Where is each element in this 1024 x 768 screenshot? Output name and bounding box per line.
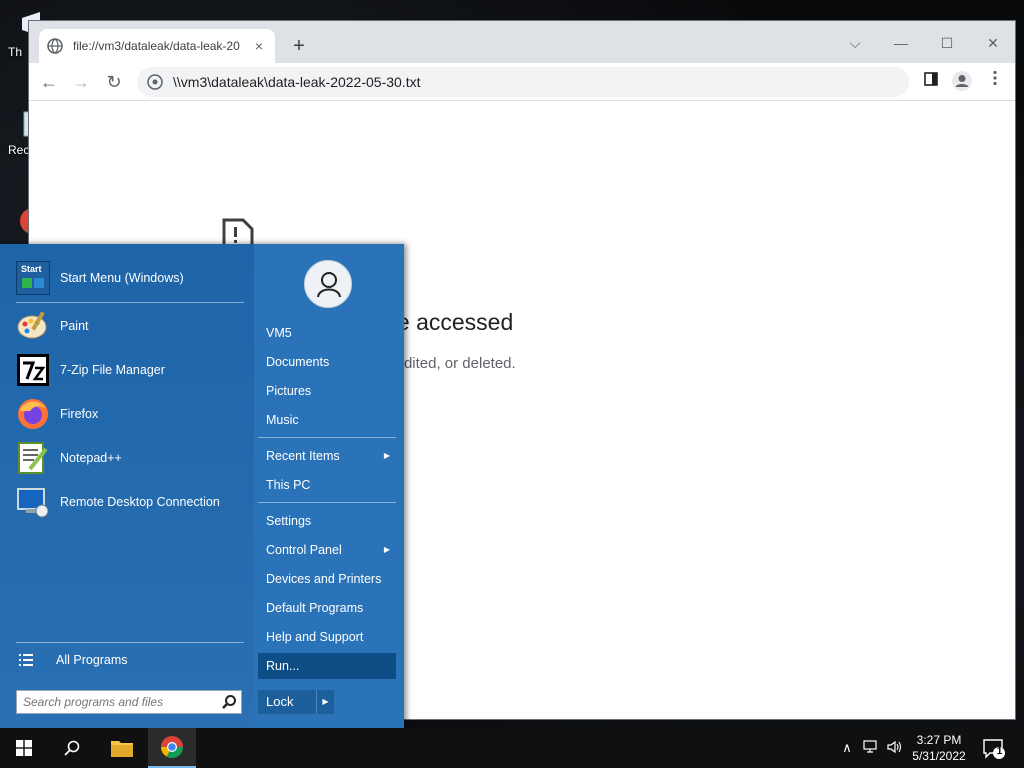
search-input[interactable] — [23, 695, 221, 709]
address-bar[interactable]: \\vm3\dataleak\data-leak-2022-05-30.txt — [137, 67, 909, 97]
forward-button[interactable]: → — [69, 70, 93, 94]
start-item-this-pc[interactable]: This PC — [262, 473, 396, 497]
clock-date: 5/31/2022 — [912, 749, 966, 763]
submenu-arrow-icon: ▶ — [383, 451, 390, 460]
new-tab-button[interactable]: + — [287, 35, 311, 59]
firefox-icon — [18, 399, 48, 429]
start-item-run[interactable]: Run... — [258, 653, 396, 679]
control-panel-label: Control Panel — [266, 543, 342, 557]
globe-icon — [47, 38, 63, 54]
start-menu: Start Start Menu (Windows) Paint 7-Zip F… — [0, 244, 404, 728]
tab-title: file://vm3/dataleak/data-leak-20 — [73, 39, 240, 53]
menu-button[interactable] — [983, 70, 1007, 94]
chrome-icon — [161, 736, 183, 758]
taskbar-search-button[interactable] — [48, 728, 96, 768]
search-icon — [64, 740, 80, 756]
program-paint[interactable]: Paint — [16, 306, 244, 346]
start-search-box[interactable] — [16, 690, 242, 714]
network-glyph — [863, 740, 877, 753]
close-window-button[interactable]: ✕ — [979, 29, 1007, 57]
search-icon[interactable] — [221, 694, 237, 710]
separator — [16, 302, 244, 303]
separator — [16, 642, 244, 643]
taskbar-file-explorer[interactable] — [98, 728, 146, 768]
start-item-pictures[interactable]: Pictures — [262, 379, 396, 403]
submenu-arrow-icon: ▶ — [383, 545, 390, 554]
start-item-music[interactable]: Music — [262, 408, 396, 432]
taskbar-clock[interactable]: 3:27 PM 5/31/2022 — [906, 732, 972, 764]
program-label: Start Menu (Windows) — [60, 271, 184, 285]
browser-toolbar: ← → ↻ \\vm3\dataleak\data-leak-2022-05-3… — [29, 63, 1015, 101]
program-label: 7-Zip File Manager — [60, 363, 165, 377]
all-programs-button[interactable]: All Programs — [18, 648, 244, 672]
tab-search-chevron-icon[interactable]: ⌵ — [841, 29, 869, 57]
back-button[interactable]: ← — [37, 70, 61, 94]
reload-button[interactable]: ↻ — [102, 70, 126, 94]
recent-items-label: Recent Items — [266, 449, 340, 463]
speaker-glyph — [887, 740, 902, 754]
start-item-devices-printers[interactable]: Devices and Printers — [262, 567, 396, 591]
user-avatar[interactable] — [304, 260, 352, 308]
profile-icon — [952, 71, 972, 91]
notepadpp-icon — [18, 442, 48, 474]
minimize-button[interactable]: — — [887, 29, 915, 57]
separator — [258, 437, 396, 438]
windows-logo-icon — [16, 740, 32, 756]
clock-time: 3:27 PM — [916, 733, 962, 747]
side-panel-icon — [924, 72, 938, 86]
start-item-control-panel[interactable]: Control Panel ▶ — [262, 538, 396, 562]
program-label: Notepad++ — [60, 451, 122, 465]
paint-icon — [17, 311, 47, 339]
action-center-button[interactable]: 1 — [982, 738, 1006, 760]
start-menu-icon: Start — [16, 261, 50, 295]
program-label: Firefox — [60, 407, 99, 421]
start-item-settings[interactable]: Settings — [262, 509, 396, 533]
start-item-user[interactable]: VM5 — [262, 321, 396, 345]
network-icon[interactable] — [862, 740, 880, 756]
info-icon[interactable] — [147, 74, 163, 90]
separator — [258, 502, 396, 503]
program-label: Remote Desktop Connection — [60, 495, 220, 509]
tab-close-icon[interactable]: × — [251, 38, 267, 54]
start-item-default-programs[interactable]: Default Programs — [262, 596, 396, 620]
lock-options-arrow-icon[interactable]: ▶ — [316, 690, 334, 714]
maximize-button[interactable]: ☐ — [933, 29, 961, 57]
start-item-documents[interactable]: Documents — [262, 350, 396, 374]
list-icon — [19, 654, 33, 666]
profile-button[interactable] — [950, 70, 974, 94]
program-label: Paint — [60, 319, 89, 333]
user-icon — [317, 272, 341, 298]
volume-icon[interactable] — [886, 740, 904, 756]
browser-titlebar: file://vm3/dataleak/data-leak-20 × + ⌵ —… — [29, 21, 1015, 63]
tray-overflow-chevron-icon[interactable]: ∧ — [838, 740, 856, 756]
browser-tab[interactable]: file://vm3/dataleak/data-leak-20 × — [39, 29, 275, 63]
program-7zip[interactable]: 7-Zip File Manager — [16, 350, 244, 390]
program-start-menu-windows[interactable]: Start Start Menu (Windows) — [16, 258, 244, 298]
side-panel-button[interactable] — [919, 70, 943, 94]
address-url: \\vm3\dataleak\data-leak-2022-05-30.txt — [173, 74, 421, 90]
notification-count: 1 — [996, 746, 1003, 757]
taskbar-chrome[interactable] — [148, 728, 196, 768]
remote-desktop-icon — [17, 488, 49, 518]
all-programs-label: All Programs — [56, 653, 128, 667]
start-item-recent-items[interactable]: Recent Items ▶ — [262, 444, 396, 468]
program-notepadpp[interactable]: Notepad++ — [16, 438, 244, 478]
start-item-help-support[interactable]: Help and Support — [262, 625, 396, 649]
taskbar: ∧ 3:27 PM 5/31/2022 1 — [0, 728, 1024, 768]
program-remote-desktop[interactable]: Remote Desktop Connection — [16, 482, 244, 522]
7zip-icon — [17, 354, 49, 386]
more-vertical-icon — [993, 70, 997, 86]
program-firefox[interactable]: Firefox — [16, 394, 244, 434]
start-button[interactable] — [0, 728, 48, 768]
folder-icon — [111, 741, 133, 757]
